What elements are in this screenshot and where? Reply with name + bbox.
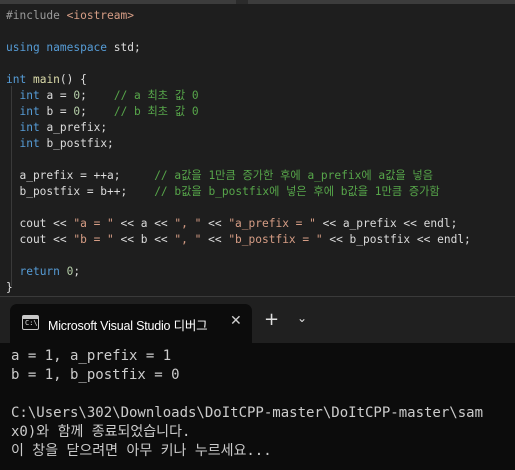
console-window-icon: C:\ — [22, 315, 39, 330]
code-token: // b 최초 값 0 — [113, 105, 199, 118]
code-token: "b_postfix = " — [228, 233, 323, 246]
code-line: int a_prefix; — [6, 120, 471, 136]
editor-tab-fragment[interactable] — [248, 0, 515, 4]
code-token: #include — [6, 9, 67, 22]
terminal-output-line: b = 1, b_postfix = 0 — [11, 367, 180, 383]
code-token: << — [201, 233, 229, 246]
code-token: int — [19, 137, 40, 150]
editor-tab-fragment[interactable] — [0, 0, 236, 4]
code-token: cout << — [6, 233, 74, 246]
code-line: } — [6, 280, 471, 296]
code-token: // b값을 b_postfix에 넣은 후에 b값을 1만큼 증가함 — [154, 185, 440, 198]
terminal-output-line: a = 1, a_prefix = 1 — [11, 348, 172, 364]
chevron-down-icon[interactable]: ⌄ — [297, 311, 307, 325]
terminal-tab-title: Microsoft Visual Studio 디버그 — [48, 319, 208, 333]
code-token: int — [19, 121, 40, 134]
code-token: a_prefix = ++a; — [6, 169, 155, 182]
code-token: ; — [73, 265, 81, 278]
code-line: using namespace std; — [6, 40, 471, 56]
code-line: cout << "b = " << b << ", " << "b_postfi… — [6, 232, 471, 248]
code-line: b_postfix = b++; // b값을 b_postfix에 넣은 후에… — [6, 184, 471, 200]
code-token: int — [19, 89, 40, 102]
code-token: ; — [80, 89, 114, 102]
terminal-tab-bar: C:\ Microsoft Visual Studio 디버그 ✕ + ⌄ — [0, 297, 515, 343]
close-icon[interactable]: ✕ — [230, 313, 242, 329]
code-token: << a_prefix << endl; — [315, 217, 458, 230]
editor-top-strip — [0, 0, 515, 4]
code-token: "b = " — [73, 233, 114, 246]
code-lines: #include <iostream> using namespace std;… — [6, 8, 471, 296]
code-token: ; — [80, 105, 114, 118]
code-token: a = — [39, 89, 74, 102]
code-line: return 0; — [6, 264, 471, 280]
code-token: << b_postfix << endl; — [322, 233, 471, 246]
code-token: ", " — [174, 217, 202, 230]
code-token: <iostream> — [66, 9, 134, 22]
code-line: int main() { — [6, 72, 471, 88]
terminal-output-line: C:\Users\302\Downloads\DoItCPP-master\Do… — [11, 405, 484, 421]
terminal-window[interactable]: C:\ Microsoft Visual Studio 디버그 ✕ + ⌄ a … — [0, 296, 515, 470]
code-token: << — [201, 217, 229, 230]
code-line: a_prefix = ++a; // a값을 1만큼 증가한 후에 a_pref… — [6, 168, 471, 184]
terminal-output-line: x0)와 함께 종료되었습니다. — [11, 424, 191, 440]
code-line: cout << "a = " << a << ", " << "a_prefix… — [6, 216, 471, 232]
code-line: int b_postfix; — [6, 136, 471, 152]
code-token: std; — [107, 41, 141, 54]
code-line: int a = 0; // a 최초 값 0 — [6, 88, 471, 104]
code-token: cout << — [6, 217, 74, 230]
code-token: int — [6, 73, 27, 86]
code-token: using namespace — [6, 41, 108, 54]
code-token: // a값을 1만큼 증가한 후에 a_prefix에 a값을 넣음 — [154, 169, 433, 182]
code-token: return — [19, 265, 60, 278]
plus-icon[interactable]: + — [264, 311, 279, 329]
code-token: "a = " — [73, 217, 114, 230]
code-token: ", " — [174, 233, 202, 246]
code-token: } — [6, 281, 13, 294]
code-token: main — [32, 73, 60, 86]
code-token: () { — [59, 73, 87, 86]
code-line: int b = 0; // b 최초 값 0 — [6, 104, 471, 120]
terminal-output: a = 1, a_prefix = 1b = 1, b_postfix = 0 … — [11, 347, 483, 461]
code-token: a_prefix; — [39, 121, 108, 134]
code-token: << b << — [113, 233, 175, 246]
code-token: b_postfix; — [39, 137, 114, 150]
terminal-output-line: 이 창을 닫으려면 아무 키나 누르세요... — [11, 443, 272, 459]
terminal-tab[interactable]: C:\ Microsoft Visual Studio 디버그 ✕ — [10, 304, 252, 343]
code-token: // a 최초 값 0 — [113, 89, 199, 102]
code-token: b = — [39, 105, 74, 118]
code-token: << a << — [113, 217, 175, 230]
code-editor[interactable]: #include <iostream> using namespace std;… — [0, 0, 515, 296]
code-line: #include <iostream> — [6, 8, 471, 24]
code-token: int — [19, 105, 40, 118]
code-token: "a_prefix = " — [228, 217, 316, 230]
code-token: b_postfix = b++; — [6, 185, 155, 198]
